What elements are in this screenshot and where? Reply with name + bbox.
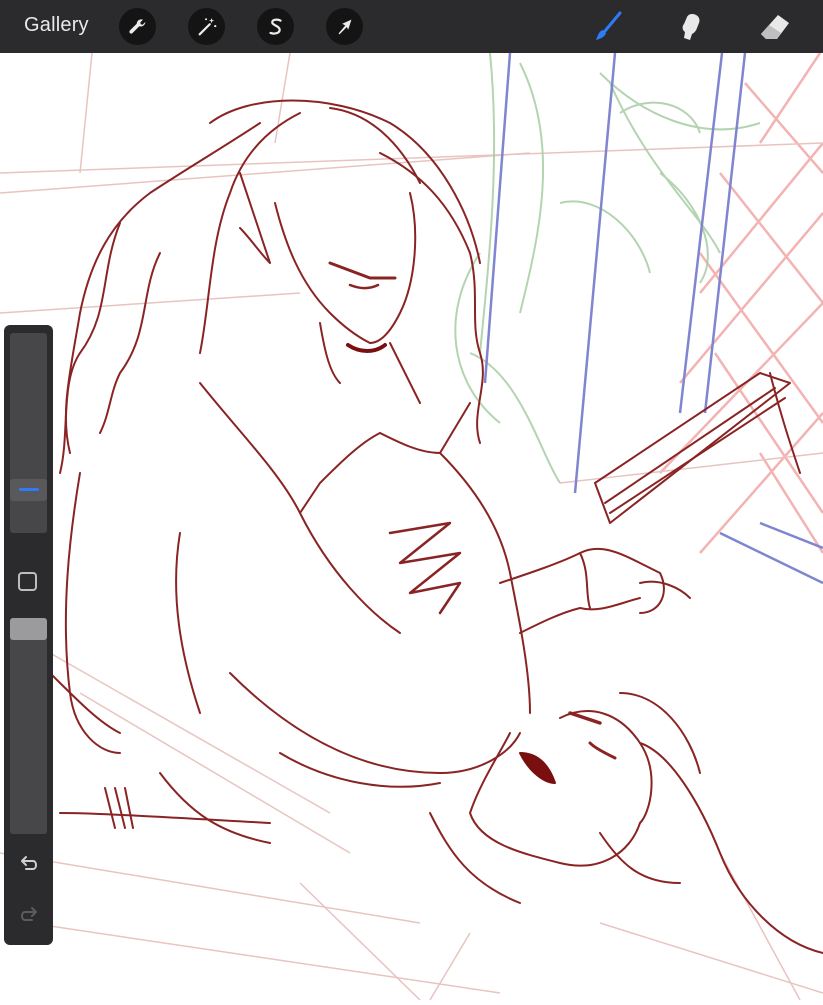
magic-wand-icon xyxy=(198,17,216,35)
brush-icon xyxy=(596,11,622,40)
smudge-finger-icon xyxy=(682,14,700,40)
smudge-tool-button[interactable] xyxy=(670,8,710,46)
eraser-tool-button[interactable] xyxy=(755,8,795,46)
sketch-artwork xyxy=(0,52,823,1001)
redo-button[interactable] xyxy=(16,903,42,929)
eraser-icon xyxy=(761,15,789,39)
actions-button[interactable] xyxy=(119,8,156,45)
wrench-icon xyxy=(128,18,145,34)
brush-tool-button[interactable] xyxy=(588,8,628,46)
arrow-cursor-icon xyxy=(338,19,351,34)
opacity-slider[interactable] xyxy=(10,618,47,834)
redo-arrow-icon xyxy=(21,907,37,921)
brush-size-handle[interactable] xyxy=(10,479,47,501)
gallery-button[interactable]: Gallery xyxy=(24,14,89,37)
selection-s-icon xyxy=(268,18,282,35)
modify-square-button[interactable] xyxy=(18,572,37,591)
selection-button[interactable] xyxy=(257,8,294,45)
undo-button[interactable] xyxy=(16,852,42,878)
top-toolbar: Gallery xyxy=(0,0,823,53)
opacity-handle[interactable] xyxy=(10,618,47,640)
drawing-canvas[interactable] xyxy=(0,52,823,1001)
adjustments-button[interactable] xyxy=(188,8,225,45)
left-sidebar xyxy=(4,325,53,945)
undo-arrow-icon xyxy=(21,856,37,870)
brush-size-slider[interactable] xyxy=(10,333,47,533)
transform-button[interactable] xyxy=(326,8,363,45)
